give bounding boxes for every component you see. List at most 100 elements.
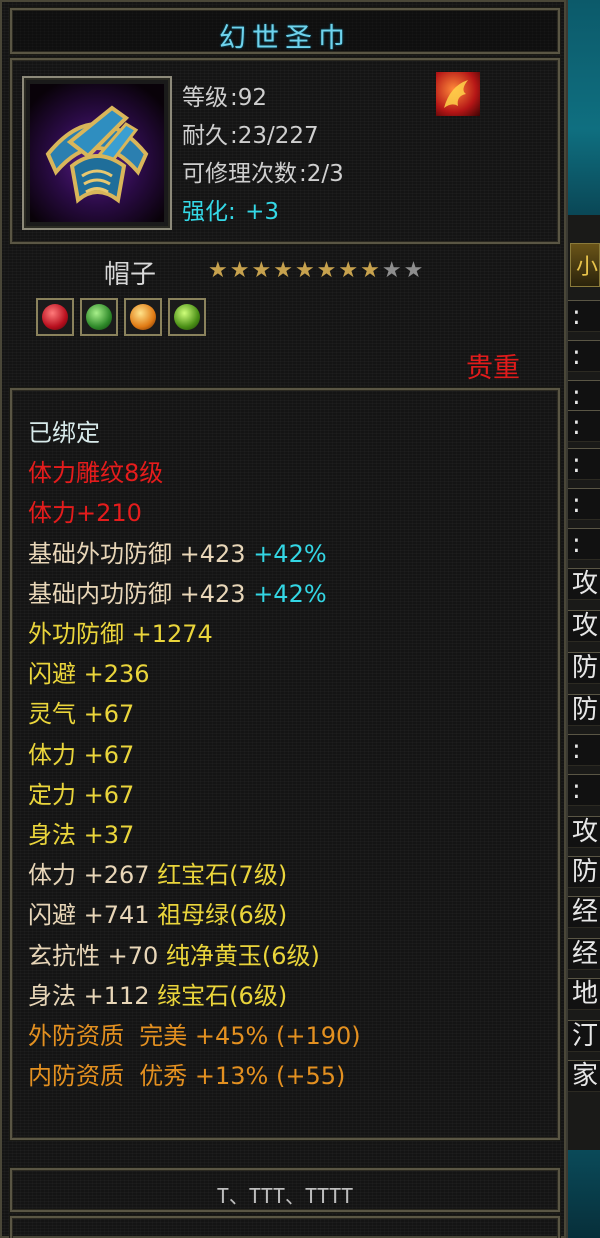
side-panel-glyph: : [572,301,581,331]
red-gem-icon [42,304,68,330]
attribute-line: 内防资质 优秀 +13% (+55) [28,1061,345,1091]
green-gem-icon [86,304,112,330]
star-filled-icon: ★ [208,258,230,283]
star-filled-icon: ★ [229,258,252,283]
attribute-extra: 祖母绿(6级) [157,901,288,930]
side-panel-row: 经 [568,896,600,928]
side-panel-row: : [568,774,600,806]
item-icon [30,84,164,222]
side-panel-glyph: 防 [572,695,599,725]
star-empty-icon: ★ [381,258,404,283]
side-panel-glyph: 防 [572,857,599,887]
attribute-text: 闪避 +741 [28,901,158,930]
side-panel-glyph: 经 [572,939,599,969]
attribute-line: 基础外功防御 +423 +42% [28,539,327,569]
star-empty-icon: ★ [403,258,426,283]
level-stat: 等级:92 [182,85,268,111]
attribute-line: 灵气 +67 [28,699,134,729]
bottom-panel [9,1215,561,1238]
attribute-line: 闪避 +236 [28,659,150,689]
side-panel-row: 家 [568,1060,600,1092]
attribute-line: 外防资质 完美 +45% (+190) [28,1021,361,1051]
side-panel-tab[interactable]: 小 [570,243,600,287]
attribute-extra: 绿宝石(6级) [157,981,288,1010]
attribute-text: 内防资质 优秀 +13% (+55) [28,1062,346,1091]
attribute-text: 玄抗性 +70 [28,941,166,970]
star-filled-icon: ★ [294,258,317,283]
attribute-text: 已绑定 [28,419,100,447]
side-panel-glyph: : [572,411,581,441]
title-bar: 幻世圣巾 [9,7,561,55]
attribute-extra: 红宝石(7级) [157,861,288,890]
footer-text: T、TTT、TTTT [216,1184,354,1208]
attribute-text: 定力 +67 [28,780,135,809]
star-filled-icon: ★ [360,258,382,283]
side-panel-row: : [568,300,600,332]
gem-slot[interactable] [36,298,74,336]
item-icon-frame[interactable] [22,76,172,230]
side-panel-row: 汀 [568,1020,600,1052]
repair-stat: 可修理次数:2/3 [182,161,344,187]
attribute-text: 外功防御 +1274 [28,620,213,648]
side-panel-row: : [568,528,600,560]
attribute-line: 玄抗性 +70 纯净黄玉(6级) [28,941,320,971]
gem-slot[interactable] [168,298,206,336]
side-panel-glyph: : [572,775,581,805]
attribute-panel: 已绑定 体力雕纹8级 体力+210 基础外功防御 +423 +42% 基础内功防御 +4… [9,387,561,1141]
side-tab-label: 小 [576,255,599,280]
orange-gem-icon [130,304,156,330]
attribute-text: 身法 +112 [28,981,158,1010]
star-rating: ★★★★★★★★★★ [208,258,425,283]
side-panel-glyph: 经 [572,897,599,927]
side-panel-row: : [568,448,600,480]
side-panel-glyph: 防 [572,653,599,683]
attribute-text: 基础内功防御 +423 [28,579,254,608]
side-panel-glyph: : [572,449,581,479]
side-panel-glyph: : [572,735,581,765]
side-panel-glyph: 攻 [572,817,599,847]
item-type: 帽子 [104,260,157,290]
side-panel-row: : [568,734,600,766]
side-panel-glyph: 地 [572,979,599,1009]
star-filled-icon: ★ [273,258,295,283]
side-panel-row: 攻 [568,568,600,600]
attribute-text: 闪避 +236 [28,660,150,689]
gem-slot[interactable] [80,298,118,336]
attribute-extra: +42% [253,579,327,608]
star-filled-icon: ★ [316,258,339,283]
phoenix-badge-icon [436,72,480,116]
side-panel-row: 攻 [568,610,600,642]
attribute-extra: 纯净黄玉(6级) [165,941,320,970]
side-panel-bottom [568,1150,600,1238]
enhance-stat: 强化: +3 [182,199,279,225]
attribute-line: 基础内功防御 +423 +42% [28,579,327,609]
side-panel-glyph: : [572,489,581,519]
gem-slot[interactable] [124,298,162,336]
attribute-text: 体力雕纹8级 [28,459,164,488]
side-panel: 小 :::::::攻攻防防::攻防经经地汀家 [566,0,600,1238]
star-filled-icon: ★ [251,258,274,283]
attribute-line: 定力 +67 [28,780,134,810]
attribute-text: 体力 +67 [28,740,135,769]
side-panel-glyph: 家 [572,1061,599,1091]
side-panel-row: 防 [568,856,600,888]
attribute-line: 体力 +267 红宝石(7级) [28,860,287,890]
attribute-text: 体力 +267 [28,861,158,890]
attribute-line: 外功防御 +1274 [28,619,213,649]
side-panel-row: : [568,380,600,412]
rarity-label: 贵重 [466,353,520,384]
side-panel-row: 攻 [568,816,600,848]
durability-stat: 耐久:23/227 [182,123,319,149]
side-panel-row: 经 [568,938,600,970]
side-panel-glyph: 汀 [572,1021,599,1051]
item-tooltip: 幻世圣巾 等级:92 耐久:23/227 可修理次数:2/3 强化: +3 帽子… [0,0,566,1238]
side-panel-glyph: : [572,381,581,411]
side-panel-glyph: 攻 [572,611,599,641]
side-panel-row: : [568,340,600,372]
star-filled-icon: ★ [338,258,361,283]
side-panel-glyph: : [572,529,581,559]
attribute-line: 闪避 +741 祖母绿(6级) [28,900,287,930]
attribute-line: 体力 +67 [28,740,134,770]
side-panel-teal [568,0,600,215]
attribute-line: 已绑定 [28,418,100,448]
